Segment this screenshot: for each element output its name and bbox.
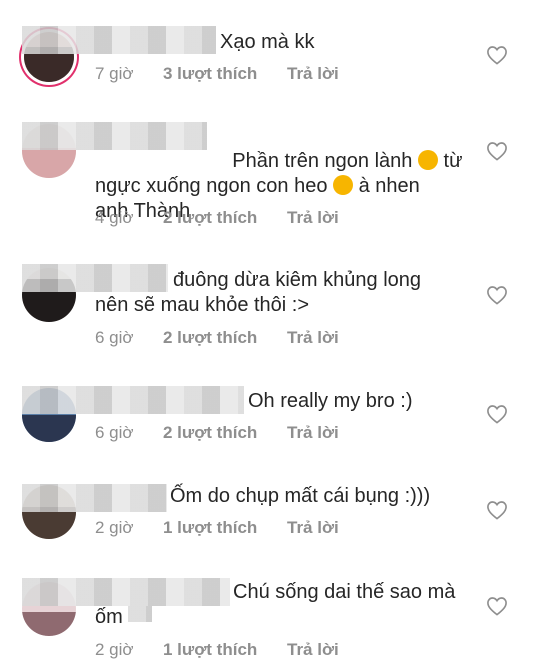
heart-outline-icon[interactable] (486, 404, 508, 424)
comment-text-part: từ (443, 150, 463, 172)
like-count-link[interactable]: 2 lượt thích (163, 208, 287, 228)
like-count-link[interactable]: 1 lượt thích (163, 640, 287, 660)
reply-button[interactable]: Trả lời (287, 423, 339, 443)
text-blurred (128, 606, 152, 622)
heart-outline-icon[interactable] (486, 285, 508, 305)
comment-time: 2 giờ (95, 518, 134, 537)
comment-meta: 6 giờ 2 lượt thích Trả lời (95, 328, 339, 348)
reply-button[interactable]: Trả lời (287, 64, 339, 84)
like-count-link[interactable]: 2 lượt thích (163, 328, 287, 348)
comment-text: đuông dừa kiêm khủng long nên sẽ mau khỏ… (95, 269, 422, 316)
comment-meta: 7 giờ 3 lượt thích Trả lời (95, 64, 339, 84)
like-count-link[interactable]: 2 lượt thích (163, 423, 287, 443)
comment-text-part: à nhen (358, 175, 420, 197)
comment-time: 7 giờ (95, 64, 134, 83)
heart-outline-icon[interactable] (486, 141, 508, 161)
comment-text: Phần trên ngon lành từ ngực xuống ngon co… (95, 124, 475, 249)
comment-meta: 2 giờ 1 lượt thích Trả lời (95, 640, 339, 660)
username-blurred (22, 26, 216, 54)
comment-meta: 6 giờ 2 lượt thích Trả lời (95, 423, 339, 443)
comment-text-part: ngực xuống ngon con heo (95, 175, 328, 197)
reply-button[interactable]: Trả lời (287, 518, 339, 538)
reply-button[interactable]: Trả lời (287, 328, 339, 348)
comment-time: 6 giờ (95, 328, 134, 347)
comment-meta: 2 giờ 1 lượt thích Trả lời (95, 518, 339, 538)
comment-text: Chú sống dai thế sao mà ốm (95, 581, 456, 628)
heart-outline-icon[interactable] (486, 500, 508, 520)
heart-outline-icon[interactable] (486, 596, 508, 616)
grinning-face-icon (333, 175, 354, 195)
comment-text: Ốm do chụp mất cái bụng :))) (170, 485, 431, 507)
username-blurred (22, 386, 244, 414)
comment-time: 6 giờ (95, 423, 134, 442)
like-count-link[interactable]: 3 lượt thích (163, 64, 287, 84)
comment-time: 4 giờ (95, 208, 134, 227)
comment-meta: 4 giờ 2 lượt thích Trả lời (95, 208, 339, 228)
like-count-link[interactable]: 1 lượt thích (163, 518, 287, 538)
username-blurred (22, 484, 167, 512)
smiling-face-icon (417, 150, 438, 170)
heart-outline-icon[interactable] (486, 45, 508, 65)
comment-text-part: Phần trên ngon lành (232, 150, 413, 172)
comment-time: 2 giờ (95, 640, 134, 659)
reply-button[interactable]: Trả lời (287, 640, 339, 660)
reply-button[interactable]: Trả lời (287, 208, 339, 228)
